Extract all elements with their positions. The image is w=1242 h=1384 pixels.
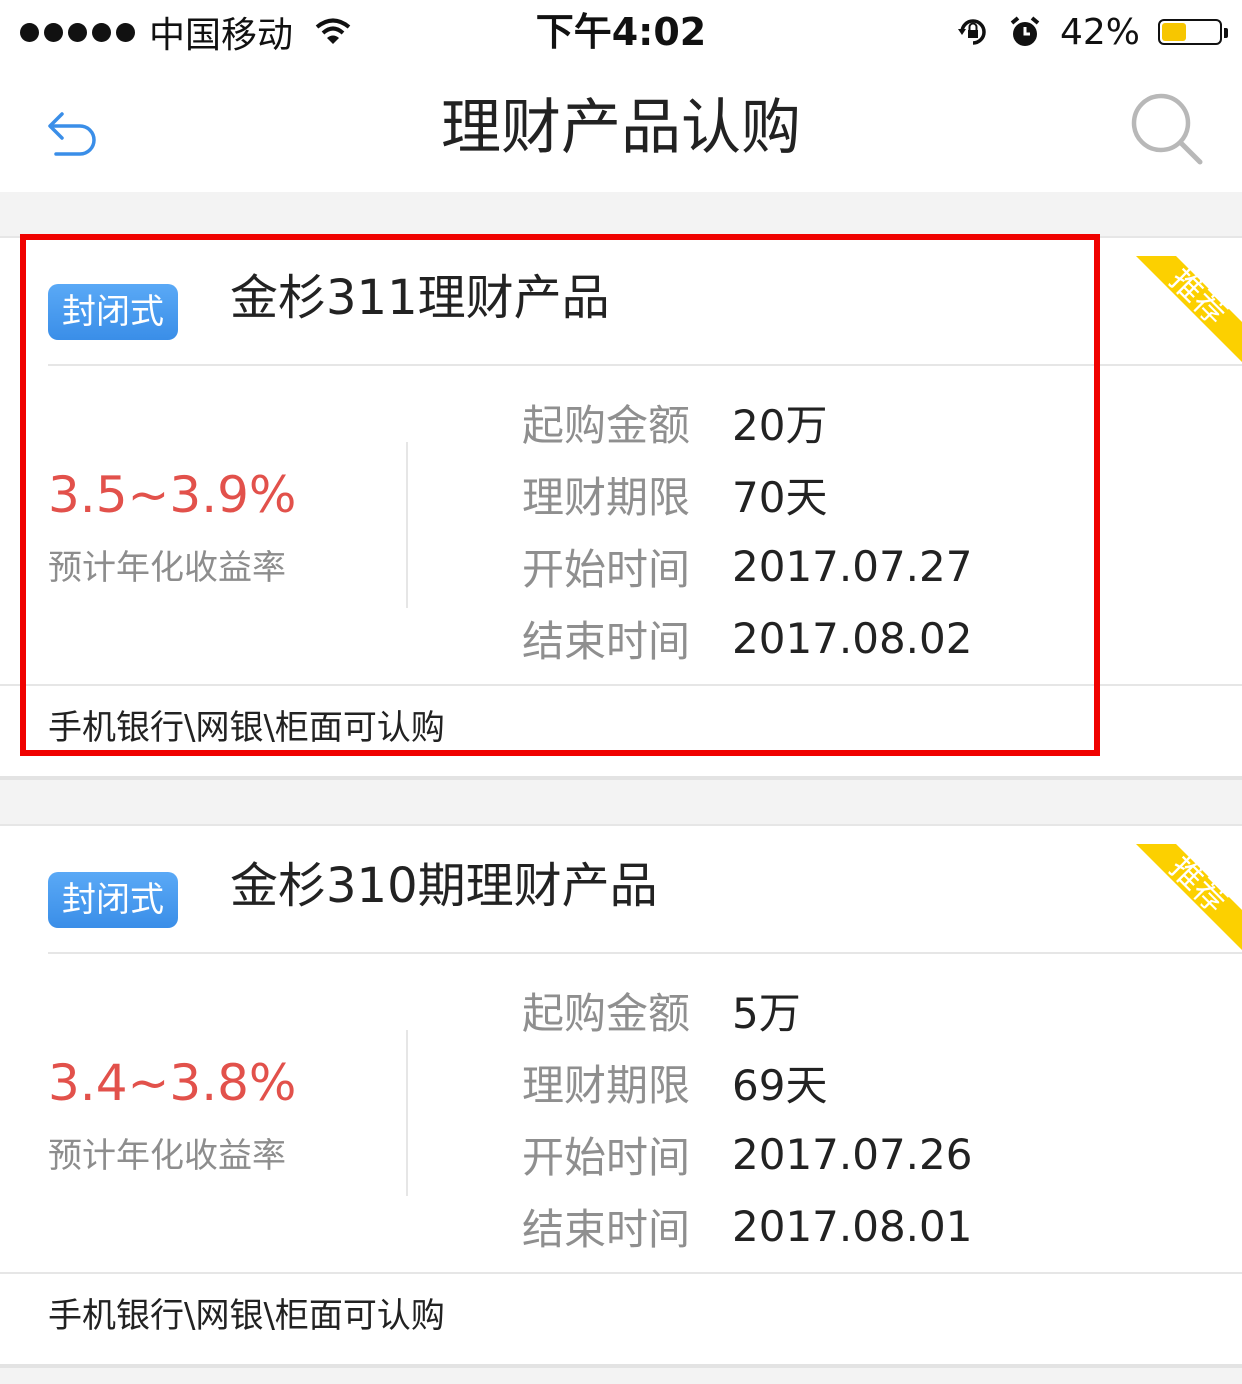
status-bar: 中国移动 下午4:02 42% (0, 0, 1242, 64)
detail-label: 开始时间 (522, 1132, 691, 1182)
yield-rate-label: 预计年化收益率 (48, 548, 286, 588)
product-name: 金杉310期理财产品 (230, 858, 658, 914)
product-type-tag: 封闭式 (48, 872, 178, 928)
yield-rate: 3.4~3.8% (48, 1054, 297, 1112)
yield-rate: 3.5~3.9% (48, 466, 297, 524)
purchase-channels: 手机银行\网银\柜面可认购 (48, 708, 445, 748)
yield-rate-label: 预计年化收益率 (48, 1136, 286, 1176)
recommend-ribbon: 推荐 (1136, 844, 1242, 950)
vertical-divider (406, 442, 408, 608)
divider (0, 684, 1242, 686)
detail-label: 结束时间 (522, 616, 691, 666)
battery-percent: 42% (1059, 11, 1140, 53)
vertical-divider (406, 1030, 408, 1196)
status-right: 42% (956, 8, 1228, 56)
detail-value: 2017.08.02 (732, 613, 973, 663)
detail-value: 20万 (732, 400, 828, 450)
product-card[interactable]: 封闭式 金杉310期理财产品 推荐 3.4~3.8% 预计年化收益率 起购金额 … (0, 824, 1242, 1368)
detail-label: 开始时间 (522, 544, 691, 594)
product-name: 金杉311理财产品 (230, 270, 610, 326)
purchase-channels: 手机银行\网银\柜面可认购 (48, 1296, 445, 1336)
product-type-tag: 封闭式 (48, 284, 178, 340)
detail-value: 69天 (732, 1060, 828, 1110)
detail-label: 结束时间 (522, 1204, 691, 1254)
divider (48, 364, 1242, 366)
detail-value: 2017.07.26 (732, 1129, 973, 1179)
detail-value: 70天 (732, 472, 828, 522)
search-icon[interactable] (1128, 90, 1206, 168)
detail-value: 2017.08.01 (732, 1201, 973, 1251)
divider (0, 1272, 1242, 1274)
product-card[interactable]: 封闭式 金杉311理财产品 推荐 3.5~3.9% 预计年化收益率 起购金额 2… (0, 236, 1242, 780)
product-details: 起购金额 5万 理财期限 69天 开始时间 2017.07.26 结束时间 20… (522, 974, 972, 1262)
page-title: 理财产品认购 (441, 93, 801, 163)
recommend-ribbon: 推荐 (1136, 256, 1242, 362)
detail-row: 结束时间 2017.08.02 (522, 602, 972, 674)
product-details: 起购金额 20万 理财期限 70天 开始时间 2017.07.27 结束时间 2… (522, 386, 972, 674)
detail-label: 起购金额 (522, 988, 691, 1038)
detail-row: 起购金额 20万 (522, 386, 972, 458)
battery-icon (1158, 19, 1228, 45)
detail-row: 结束时间 2017.08.01 (522, 1190, 972, 1262)
rotation-lock-icon (957, 19, 986, 45)
battery-fill (1162, 23, 1186, 41)
alarm-icon (1010, 16, 1040, 46)
detail-value: 2017.07.27 (732, 541, 973, 591)
detail-row: 起购金额 5万 (522, 974, 972, 1046)
detail-label: 起购金额 (522, 400, 691, 450)
detail-row: 开始时间 2017.07.27 (522, 530, 972, 602)
detail-row: 理财期限 69天 (522, 1046, 972, 1118)
detail-row: 理财期限 70天 (522, 458, 972, 530)
nav-bar: 理财产品认购 (0, 64, 1242, 192)
detail-label: 理财期限 (522, 472, 691, 522)
detail-row: 开始时间 2017.07.26 (522, 1118, 972, 1190)
detail-label: 理财期限 (522, 1060, 691, 1110)
divider (48, 952, 1242, 954)
detail-value: 5万 (732, 988, 801, 1038)
